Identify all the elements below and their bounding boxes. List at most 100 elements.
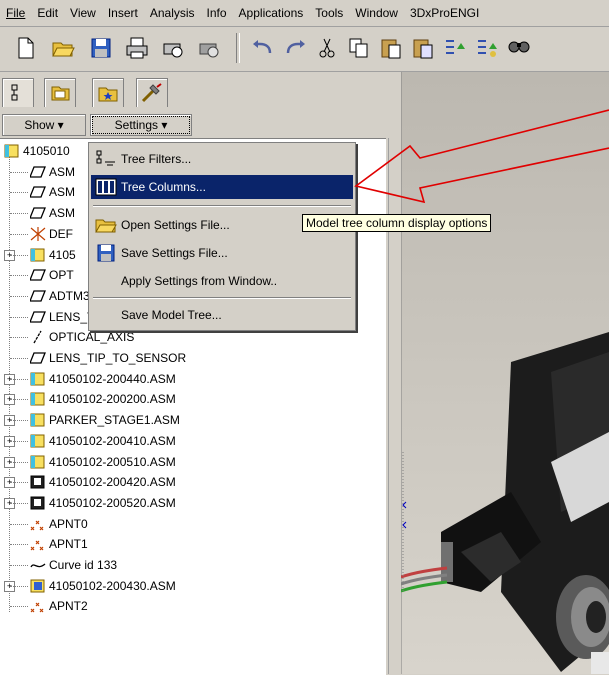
- 3d-model-view: [401, 72, 609, 674]
- menu-3dxproengi[interactable]: 3DxProENGI: [404, 6, 485, 20]
- regenerate-icon[interactable]: [442, 35, 468, 61]
- tree-connector: [10, 192, 28, 194]
- shaded-print-icon[interactable]: [196, 35, 222, 61]
- menu-separator: [93, 205, 351, 207]
- menu-view[interactable]: View: [64, 6, 102, 20]
- tree-item-label: ASM: [49, 185, 76, 200]
- print-icon[interactable]: [124, 35, 150, 61]
- copy-icon[interactable]: [346, 35, 372, 61]
- tree-connector: [10, 316, 28, 318]
- paste-special-icon[interactable]: [410, 35, 436, 61]
- datum-plane-icon: [29, 165, 46, 179]
- assembly-icon: [30, 455, 46, 469]
- tree-item-label: 41050102-200520.ASM: [49, 495, 176, 510]
- tree-item[interactable]: 41050102-200510.ASM: [30, 452, 176, 472]
- assembly-icon: [30, 434, 46, 448]
- tree-item[interactable]: 4105: [30, 245, 76, 265]
- tree-filter-icon: [96, 150, 115, 166]
- tree-item[interactable]: APNT1: [30, 534, 88, 554]
- menu-analysis[interactable]: Analysis: [144, 6, 201, 20]
- datum-plane-icon: [29, 289, 46, 303]
- tree-item-label: ADTM3: [49, 288, 90, 303]
- menu-item-tree-filters[interactable]: Tree Filters...: [91, 147, 353, 171]
- tree-item[interactable]: 41050102-200410.ASM: [30, 431, 176, 451]
- part-icon: [30, 496, 46, 510]
- tab-folder-browser[interactable]: [44, 78, 76, 107]
- tree-item[interactable]: 4105010: [4, 141, 70, 161]
- tree-connector: [10, 585, 28, 587]
- undo-icon[interactable]: [250, 35, 276, 61]
- tree-item-label: 4105: [49, 247, 76, 262]
- assembly-icon: [30, 579, 46, 593]
- tree-item[interactable]: Curve id 133: [30, 555, 117, 575]
- toolbar-separator: [236, 33, 240, 63]
- tree-connector: [10, 295, 28, 297]
- tab-connections[interactable]: [136, 78, 168, 107]
- menu-item-tree-columns[interactable]: Tree Columns...: [91, 175, 353, 199]
- tree-item[interactable]: 41050102-200430.ASM: [30, 576, 176, 596]
- open-folder-icon[interactable]: [50, 35, 76, 61]
- menu-item-save-model-tree[interactable]: Save Model Tree...: [91, 303, 353, 327]
- tree-item-label: OPT: [49, 268, 74, 283]
- curve-icon: [30, 558, 46, 572]
- tree-item[interactable]: ASM: [29, 182, 76, 202]
- menu-bar: File Edit View Insert Analysis Info Appl…: [0, 0, 609, 27]
- menu-file[interactable]: File: [0, 6, 31, 20]
- tree-item[interactable]: OPT: [29, 265, 74, 285]
- tree-item[interactable]: ASM: [29, 203, 75, 223]
- menu-window[interactable]: Window: [349, 6, 404, 20]
- cut-icon[interactable]: [314, 35, 340, 61]
- datum-plane-icon: [29, 310, 46, 324]
- tree-connector: [10, 171, 28, 173]
- tab-favorites[interactable]: [92, 78, 124, 107]
- graphics-viewport[interactable]: [401, 72, 609, 674]
- tree-item[interactable]: 41050102-200200.ASM: [30, 389, 176, 409]
- tree-item[interactable]: 41050102-200440.ASM: [30, 369, 176, 389]
- tree-connector: [10, 523, 28, 525]
- menu-item-apply-settings-from-window[interactable]: Apply Settings from Window..: [91, 269, 353, 293]
- settings-dropdown[interactable]: Settings ▾: [90, 114, 192, 136]
- assembly-icon: [4, 144, 20, 158]
- tree-item-label: 41050102-200200.ASM: [49, 392, 176, 407]
- tree-connector: [10, 233, 28, 235]
- assembly-icon: [30, 413, 46, 427]
- menu-insert[interactable]: Insert: [102, 6, 144, 20]
- tree-item[interactable]: PARKER_STAGE1.ASM: [30, 410, 180, 430]
- redo-icon[interactable]: [282, 35, 308, 61]
- tree-connector: [10, 378, 28, 380]
- coordinate-system-icon: [30, 226, 46, 241]
- menu-item-save-settings-file[interactable]: Save Settings File...: [91, 241, 353, 265]
- tree-connector: [10, 606, 28, 608]
- datum-axis-icon: [30, 330, 46, 344]
- datum-plane-icon: [29, 206, 46, 220]
- menu-separator: [93, 297, 351, 299]
- tree-connector: [10, 461, 28, 463]
- print-preview-icon[interactable]: [160, 35, 186, 61]
- tree-item[interactable]: APNT0: [30, 514, 88, 534]
- tooltip: Model tree column display options: [302, 214, 492, 232]
- tree-item[interactable]: 41050102-200520.ASM: [30, 493, 176, 513]
- tab-model-tree[interactable]: [2, 78, 34, 107]
- tree-item[interactable]: DEF: [30, 224, 73, 244]
- datum-point-icon: [30, 599, 46, 613]
- menu-info[interactable]: Info: [201, 6, 233, 20]
- find-icon[interactable]: [506, 35, 532, 61]
- menu-applications[interactable]: Applications: [233, 6, 310, 20]
- tree-item-label: 41050102-200510.ASM: [49, 454, 176, 469]
- new-file-icon[interactable]: [12, 35, 38, 61]
- tree-item[interactable]: 41050102-200420.ASM: [30, 472, 176, 492]
- tree-connector: [10, 420, 28, 422]
- tree-item[interactable]: ADTM3: [29, 286, 90, 306]
- menu-edit[interactable]: Edit: [31, 6, 64, 20]
- paste-icon[interactable]: [378, 35, 404, 61]
- regen-manager-icon[interactable]: [474, 35, 500, 61]
- assembly-icon: [30, 392, 46, 406]
- tree-item-label: OPTICAL_AXIS: [49, 330, 135, 345]
- tree-item[interactable]: ASM: [29, 162, 75, 182]
- menu-tools[interactable]: Tools: [309, 6, 349, 20]
- save-icon[interactable]: [88, 35, 114, 61]
- tree-item[interactable]: APNT2: [30, 596, 88, 616]
- tree-connector: [10, 213, 28, 215]
- tree-item[interactable]: LENS_TIP_TO_SENSOR: [29, 348, 186, 368]
- show-dropdown[interactable]: Show ▾: [2, 114, 86, 136]
